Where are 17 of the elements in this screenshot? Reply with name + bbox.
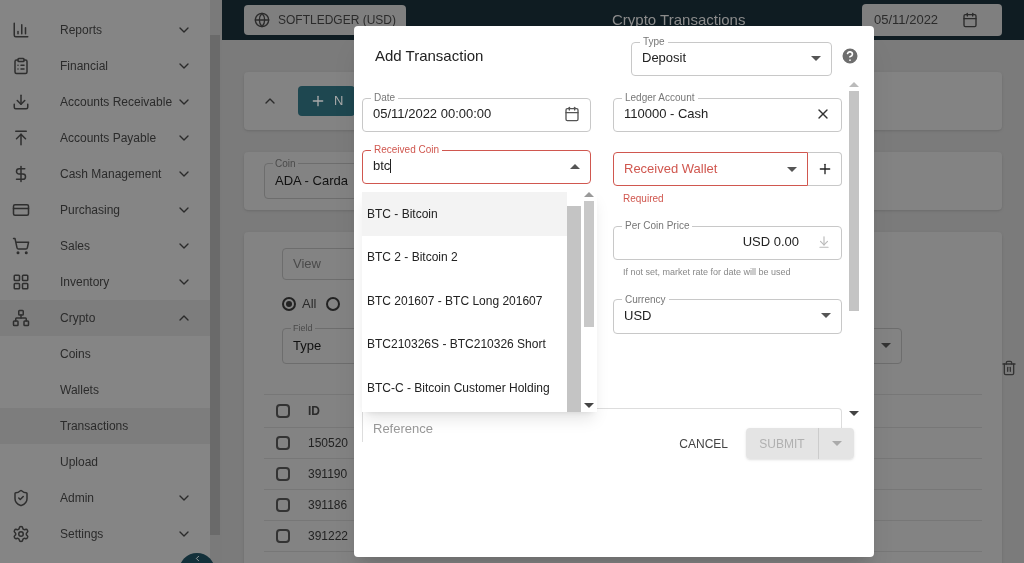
field-label: Date: [373, 92, 397, 104]
field-label: Currency: [624, 293, 667, 306]
table-cell-text: 150520: [308, 434, 349, 452]
table-cell-text: 391186: [308, 496, 348, 514]
column-header: ID: [308, 402, 320, 420]
table-cell-text: 391222: [308, 527, 349, 545]
field-value: Type: [293, 336, 322, 355]
helper-text: If not set, market rate for date will be used: [623, 266, 792, 279]
field-label: Type: [642, 36, 666, 48]
field-label: Ledger Account: [624, 92, 696, 104]
dialog-title: Add Transaction: [375, 45, 485, 66]
field-label: Received Coin: [373, 144, 441, 156]
coin-value: ADA - Carda: [275, 172, 348, 191]
table-cell-text: 391190: [308, 465, 348, 483]
radio-label: All: [302, 295, 317, 313]
field-label: Per Coin Price: [624, 220, 691, 232]
error-text: Required: [623, 192, 665, 206]
